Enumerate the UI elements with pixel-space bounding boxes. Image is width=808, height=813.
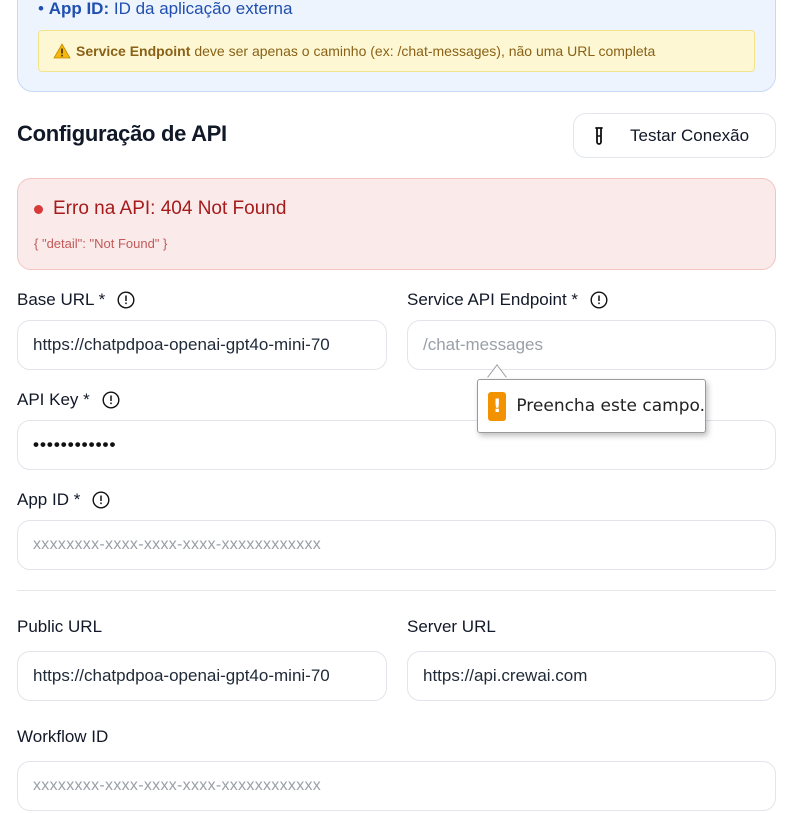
workflow-id-label: Workflow ID [17,727,109,746]
app-id-label: App ID * [17,490,110,510]
app-id-input[interactable]: xxxxxxxx-xxxx-xxxx-xxxx-xxxxxxxxxxxx [17,520,776,570]
info-circle-icon[interactable] [590,291,608,309]
section-divider [17,590,776,591]
service-endpoint-label: Service API Endpoint * [407,290,608,310]
warning-bold: Service Endpoint [76,43,191,59]
app-id-help-desc: ID da aplicação externa [113,0,293,18]
public-url-label: Public URL [17,617,103,636]
warning-text: deve ser apenas o caminho (ex: /chat-mes… [194,43,656,59]
test-connection-label: Testar Conexão [630,125,750,145]
error-dot-icon [34,205,43,214]
info-circle-icon[interactable] [117,291,135,309]
service-endpoint-input[interactable]: /chat-messages [407,320,776,370]
api-key-label: API Key * [17,390,120,410]
endpoint-warning: Service Endpoint deve ser apenas o camin… [38,30,755,72]
server-url-input[interactable]: https://api.crewai.com [407,651,776,701]
public-url-input[interactable]: https://chatpdpoa-openai-gpt4o-mini-70 [17,651,387,701]
section-title: Configuração de API [17,121,227,146]
test-tube-icon [595,126,603,145]
api-key-label-text: API Key * [17,390,90,409]
error-title: Erro na API: 404 Not Found [53,198,287,219]
warning-icon [53,43,71,59]
app-id-help-key: App ID: [48,0,110,18]
validation-message: Preencha este campo. [516,396,705,416]
base-url-input[interactable]: https://chatpdpoa-openai-gpt4o-mini-70 [17,320,387,370]
test-connection-button[interactable]: Testar Conexão [573,113,776,158]
workflow-id-input[interactable]: xxxxxxxx-xxxx-xxxx-xxxx-xxxxxxxxxxxx [17,761,776,811]
validation-tooltip: ! Preencha este campo. [477,379,706,433]
server-url-label: Server URL [407,617,496,636]
api-error-alert: Erro na API: 404 Not Found { "detail": "… [17,178,776,270]
app-id-label-text: App ID * [17,490,81,509]
exclamation-icon: ! [488,391,507,421]
base-url-label-text: Base URL * [17,290,106,309]
base-url-label: Base URL * [17,290,135,310]
service-endpoint-label-text: Service API Endpoint * [407,290,579,309]
app-id-help-line: • App ID: ID da aplicação externa [38,0,293,18]
error-detail: { "detail": "Not Found" } [34,236,168,251]
info-circle-icon[interactable] [92,491,110,509]
info-circle-icon[interactable] [102,391,120,409]
